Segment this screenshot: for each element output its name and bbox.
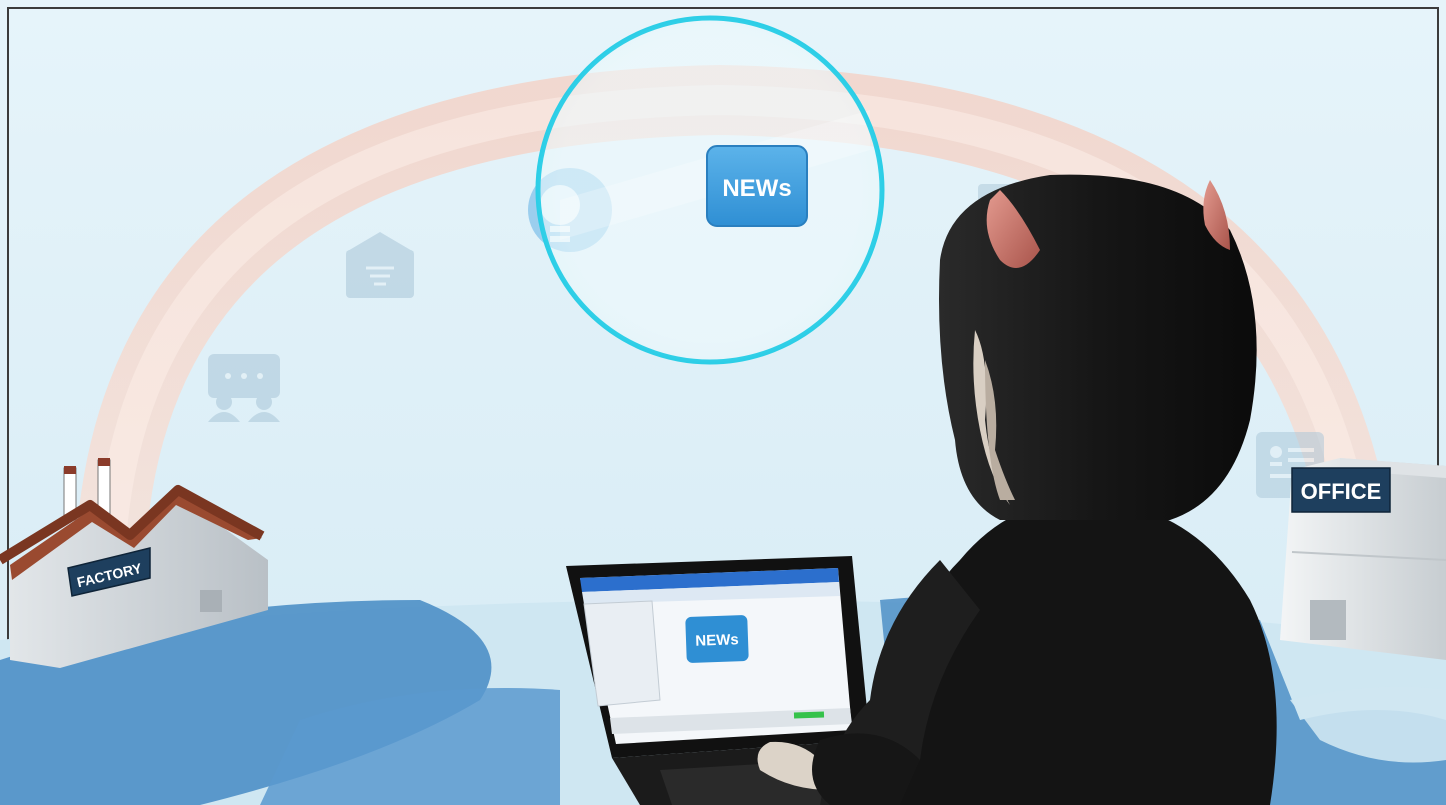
office-sign: OFFICE <box>1291 467 1391 513</box>
office-sign-label: OFFICE <box>1301 479 1382 504</box>
news-tile-label: NEWs <box>722 175 791 202</box>
news-tile-icon: NEWs <box>706 145 808 227</box>
illustration-scene: NEWs FACTORY OFFICE NEWs <box>0 0 1446 805</box>
scene-canvas: NEWs FACTORY OFFICE NEWs <box>0 0 1446 805</box>
laptop-news-label: NEWs <box>695 631 739 650</box>
laptop-news-tile-icon: NEWs <box>685 615 749 663</box>
